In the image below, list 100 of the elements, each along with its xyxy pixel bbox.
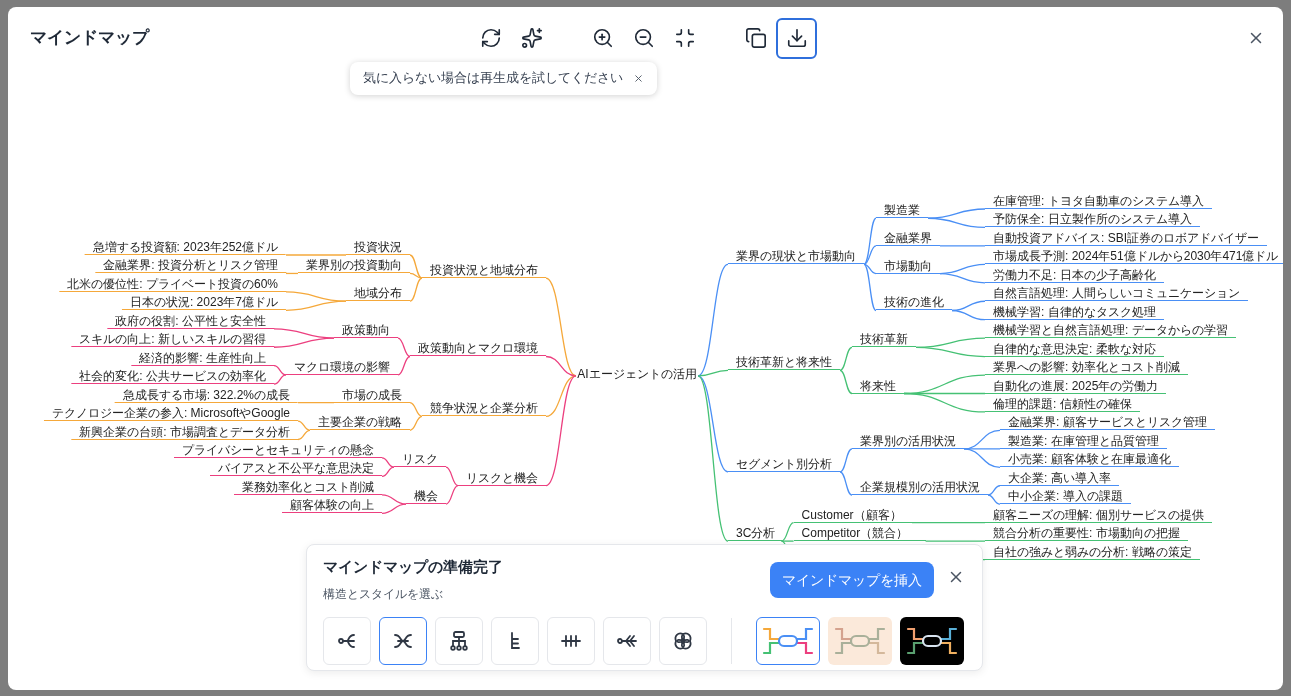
connector-line	[273, 365, 287, 376]
subtopic-label: 技術革新	[852, 332, 916, 348]
subtopic-label: 市場動向	[876, 258, 940, 274]
leaf-label: 大企業: 高い導入率	[1000, 470, 1119, 486]
connector-line	[927, 208, 986, 219]
shrink-icon	[673, 27, 696, 49]
zoom-in-icon	[591, 27, 614, 49]
leaf-label: 経済的影響: 生産性向上	[131, 350, 274, 366]
branch-node-label: セグメント別分析	[728, 456, 840, 472]
connector-line	[939, 272, 986, 284]
leaf-label: 顧客ニーズの理解: 個別サービスの提供	[985, 507, 1212, 523]
connector-line	[381, 503, 407, 514]
branch-node-label: 業界の現状と市場動向	[728, 249, 864, 265]
leaf-label: 急増する投資額: 2023年252億ドル	[84, 240, 286, 255]
zoom-out-icon	[632, 27, 655, 49]
subtopic-label: 機会	[406, 489, 446, 505]
connector-line	[839, 369, 853, 395]
leaf-label: 北米の優位性: プライベート投資の60%	[59, 276, 286, 292]
branch-node-label: 3C分析	[728, 526, 782, 542]
leaf-label: 急成長する市場: 322.2%の成長	[114, 387, 298, 403]
subtopic-label: 市場の成長	[334, 387, 410, 403]
connector-line	[987, 485, 1001, 496]
branch-node-label: 競争状況と企業分析	[422, 401, 546, 417]
insert-mindmap-button[interactable]: マインドマップを挿入	[770, 562, 934, 598]
panel-subtitle: 構造とスタイルを選ぶ	[323, 585, 444, 603]
download-icon	[785, 27, 808, 49]
subtopic-label: Competitor（競合）	[793, 526, 926, 542]
connector-line	[839, 448, 853, 473]
leaf-label: 日本の状況: 2023年7億ドル	[121, 295, 286, 311]
sparkle-icon	[520, 27, 543, 49]
root-node-label: AIエージェントの活用	[576, 366, 698, 381]
leaf-label: 市場成長予測: 2024年51億ドルから2030年471億ドル	[985, 249, 1283, 265]
subtopic-label: Customer（顧客）	[793, 507, 912, 523]
connector-line	[273, 374, 287, 385]
copy-icon	[744, 27, 767, 49]
connector-line	[951, 309, 986, 321]
connector-line	[839, 471, 853, 496]
branch-node-label: リスクと機会	[458, 470, 546, 486]
leaf-label: 業界への影響: 効率化とコスト削減	[985, 360, 1188, 376]
connector-line	[285, 254, 347, 256]
connector-line	[297, 401, 335, 404]
connector-line	[397, 337, 411, 358]
connector-line	[409, 415, 423, 431]
leaf-label: 小売業: 顧客体験と在庫最適化	[1000, 452, 1179, 468]
subtopic-label: 投資状況	[346, 240, 410, 255]
leaf-label: 自然言語処理: 人間らしいコミュニケーション	[985, 286, 1248, 302]
subtopic-label: 主要企業の戦略	[310, 415, 410, 431]
leaf-label: 金融業界: 顧客サービスとリスク管理	[1000, 415, 1215, 431]
connector-line	[381, 494, 407, 505]
branch-node-label: 政策動向とマクロ環境	[410, 341, 546, 357]
connector-line	[297, 420, 311, 431]
connector-line	[987, 494, 1001, 505]
leaf-label: 自社の強みと弱みの分析: 戦略の策定	[985, 544, 1200, 560]
subtopic-label: 金融業界	[876, 230, 940, 246]
connector-line	[839, 346, 853, 372]
leaf-label: 自動投資アドバイス: SBI証券のロボアドバイザー	[985, 230, 1267, 246]
leaf-label: 自律的な意思決定: 柔軟な対応	[985, 341, 1164, 357]
leaf-label: 政府の役割: 公平性と安全性	[107, 313, 274, 329]
connector-line	[927, 217, 986, 229]
branch-node-label: 投資状況と地域分布	[422, 263, 546, 279]
leaf-label: プライバシーとセキュリティの懸念	[174, 442, 382, 458]
connector-line	[397, 355, 411, 376]
subtopic-label: 政策動向	[334, 323, 398, 338]
hint-text: 気に入らない場合は再生成を試してください	[363, 70, 623, 88]
connector-line	[285, 300, 347, 311]
subtopic-label: 製造業	[876, 203, 928, 219]
subtopic-label: 企業規模別の活用状況	[852, 479, 988, 495]
leaf-label: 金融業界: 投資分析とリスク管理	[95, 258, 286, 274]
structure-option[interactable]	[379, 616, 427, 665]
connector-line	[273, 337, 335, 348]
leaf-label: 中小企業: 導入の課題	[1000, 489, 1131, 505]
leaf-label: 在庫管理: トヨタ自動車のシステム導入	[985, 194, 1212, 209]
leaf-label: 予防保全: 日立製作所のシステム導入	[985, 212, 1200, 228]
connector-line	[939, 245, 986, 247]
leaf-label: 業務効率化とコスト削減	[234, 479, 382, 495]
leaf-label: 機械学習と自然言語処理: データからの学習	[985, 323, 1236, 339]
toolbar-button[interactable]	[776, 17, 817, 59]
subtopic-label: マクロ環境の影響	[286, 359, 398, 375]
leaf-label: 労働力不足: 日本の少子高齢化	[985, 267, 1164, 283]
connector-line	[381, 457, 395, 468]
subtopic-label: 将来性	[852, 378, 904, 394]
leaf-label: 競合分析の重要性: 市場動向の把握	[985, 526, 1188, 542]
leaf-label: 社会的変化: 公共サービスの効率化	[71, 369, 274, 385]
connector-line	[924, 540, 986, 542]
org-layout-icon	[447, 628, 471, 653]
style-option[interactable]	[900, 616, 964, 665]
branch-node-label: 技術革新と将来性	[728, 355, 840, 371]
connector-line	[381, 466, 395, 478]
subtopic-label: 業界別の活用状況	[852, 433, 964, 449]
leaf-label: テクノロジー企業の参入: MicrosoftやGoogle	[43, 406, 298, 422]
leaf-label: スキルの向上: 新しいスキルの習得	[71, 332, 274, 348]
leaf-label: 自動化の進展: 2025年の労働力	[985, 378, 1167, 394]
connector-line	[297, 429, 311, 441]
close-icon	[633, 73, 644, 84]
leaf-label: 顧客体験の向上	[282, 498, 382, 514]
connector-line	[445, 466, 459, 487]
connector-line	[915, 346, 986, 358]
subtopic-label: 業界別の投資動向	[298, 258, 410, 274]
hint-close-button[interactable]	[633, 73, 644, 84]
leaf-label: バイアスと不公平な意思決定	[210, 461, 382, 477]
